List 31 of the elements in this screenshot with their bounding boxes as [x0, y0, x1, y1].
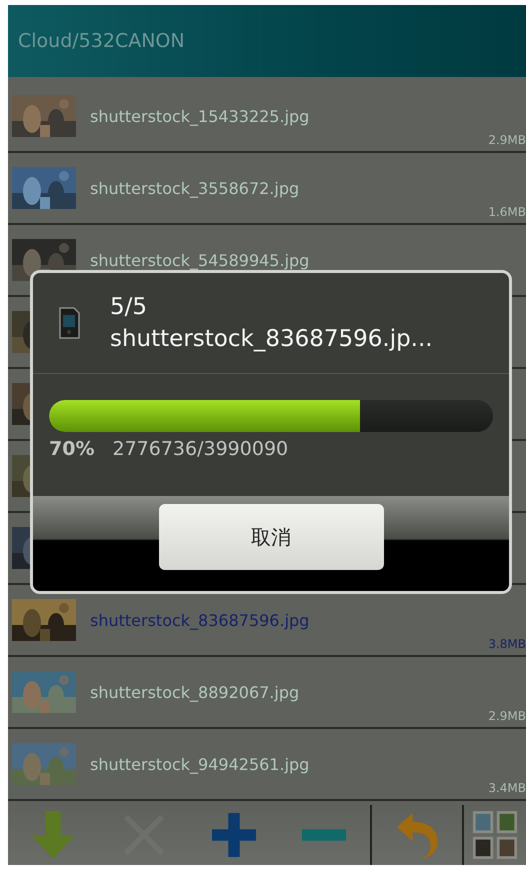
file-name: shutterstock_15433225.jpg [90, 106, 310, 126]
minus-icon [302, 829, 346, 841]
file-name: shutterstock_3558672.jpg [90, 178, 300, 198]
download-button[interactable] [31, 811, 76, 859]
file-name: shutterstock_83687596.jpg [90, 610, 310, 630]
plus-icon [212, 811, 256, 859]
file-name: shutterstock_54589945.jpg [90, 250, 310, 270]
percent-label: 70% [49, 438, 94, 460]
down-arrow-icon [31, 811, 76, 859]
file-row[interactable]: shutterstock_8892067.jpg 2.9MB [8, 657, 526, 729]
file-row[interactable]: shutterstock_15433225.jpg 2.9MB [8, 81, 526, 153]
file-size: 3.8MB [488, 637, 526, 651]
add-button[interactable] [212, 811, 256, 859]
file-name: shutterstock_83687596.jp... [110, 325, 433, 354]
file-name: shutterstock_8892067.jpg [90, 682, 300, 702]
file-size: 2.9MB [488, 709, 526, 723]
undo-arrow-icon [394, 811, 439, 859]
file-row[interactable]: shutterstock_94942561.jpg 3.4MB [8, 729, 526, 801]
photo-grid-icon [472, 810, 518, 860]
gallery-button[interactable] [472, 810, 518, 860]
file-size: 1.6MB [488, 205, 526, 219]
memory-card-icon [58, 307, 80, 339]
file-name: shutterstock_94942561.jpg [90, 754, 310, 774]
folder-title: Cloud/532CANON [18, 30, 185, 52]
file-row[interactable]: shutterstock_3558672.jpg 1.6MB [8, 153, 526, 225]
bytes-label: 2776736/3990090 [112, 438, 288, 460]
file-size: 2.9MB [488, 133, 526, 147]
cancel-button[interactable]: 取消 [158, 504, 384, 570]
back-button[interactable] [394, 811, 439, 859]
remove-button[interactable] [302, 829, 346, 841]
file-size: 3.4MB [488, 781, 526, 795]
